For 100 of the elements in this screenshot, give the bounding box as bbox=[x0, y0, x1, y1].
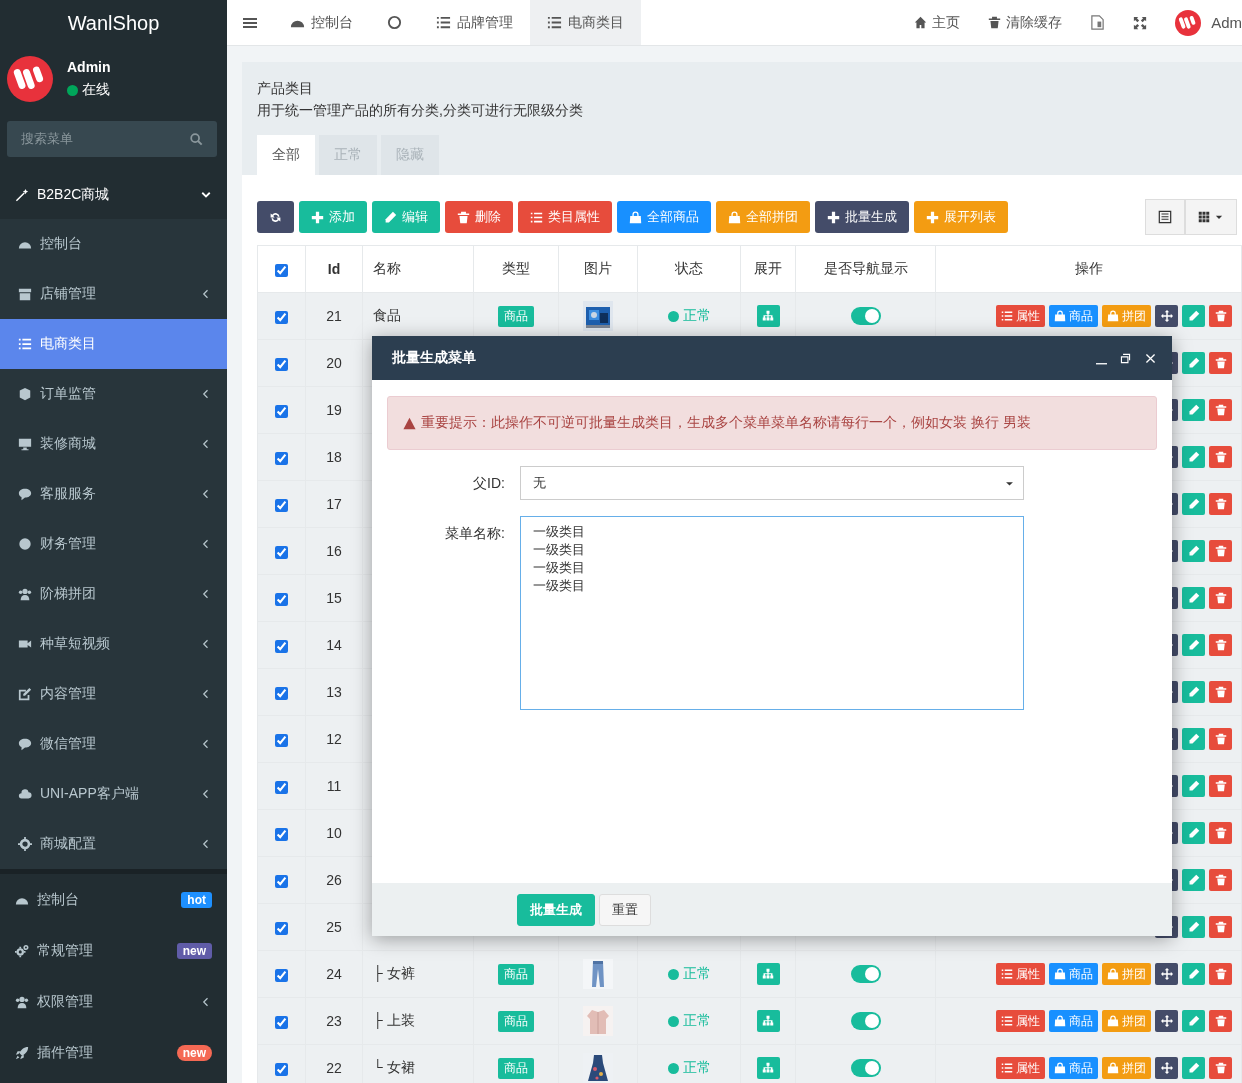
row-checkbox[interactable] bbox=[275, 1062, 288, 1076]
sidebar-item[interactable]: 客服服务 bbox=[0, 469, 227, 519]
sidebar-item[interactable]: 微信管理 bbox=[0, 719, 227, 769]
menu-group[interactable]: B2B2C商城 bbox=[0, 171, 227, 219]
row-checkbox[interactable] bbox=[275, 874, 288, 888]
menu-names-field[interactable]: 一级类目 一级类目 一级类目 一级类目 bbox=[520, 516, 1024, 710]
sidebar-item[interactable]: UNI-APP客户端 bbox=[0, 769, 227, 819]
move-button[interactable] bbox=[1155, 963, 1178, 985]
user-name[interactable]: Adm bbox=[1211, 14, 1242, 31]
row-checkbox[interactable] bbox=[275, 780, 288, 794]
row-checkbox[interactable] bbox=[275, 592, 288, 606]
edit-button[interactable] bbox=[1182, 681, 1205, 703]
edit-button[interactable] bbox=[1182, 540, 1205, 562]
delete-button[interactable] bbox=[1209, 352, 1232, 374]
delete-button[interactable] bbox=[1209, 1010, 1232, 1032]
sidebar-item[interactable]: 种草短视频 bbox=[0, 619, 227, 669]
delete-button[interactable] bbox=[1209, 728, 1232, 750]
attributes-button[interactable]: 属性 bbox=[996, 963, 1045, 985]
delete-button[interactable] bbox=[1209, 775, 1232, 797]
table-view-button[interactable] bbox=[1145, 199, 1185, 235]
select-all-checkbox[interactable] bbox=[275, 263, 288, 277]
nav-toggle[interactable] bbox=[850, 965, 881, 984]
edit-button[interactable] bbox=[1182, 822, 1205, 844]
refresh-button[interactable] bbox=[257, 201, 294, 233]
header-link[interactable]: 清除缓存 bbox=[988, 13, 1063, 32]
sidebar-item[interactable]: 内容管理 bbox=[0, 669, 227, 719]
delete-button[interactable] bbox=[1209, 634, 1232, 656]
attributes-button[interactable]: 属性 bbox=[996, 1010, 1045, 1032]
expand-button[interactable] bbox=[756, 305, 780, 327]
sidebar-item[interactable]: 订单监管 bbox=[0, 369, 227, 419]
sidebar-item[interactable]: 店铺管理 bbox=[0, 269, 227, 319]
delete-button[interactable] bbox=[1209, 587, 1232, 609]
edit-button[interactable] bbox=[1182, 493, 1205, 515]
nav-toggle[interactable] bbox=[850, 307, 881, 326]
edit-button[interactable] bbox=[1182, 869, 1205, 891]
sidebar-item[interactable]: 财务管理 bbox=[0, 519, 227, 569]
row-checkbox[interactable] bbox=[275, 357, 288, 371]
fullscreen-button[interactable] bbox=[1133, 15, 1148, 30]
nav-toggle[interactable] bbox=[850, 1059, 881, 1078]
delete-button[interactable] bbox=[1209, 869, 1232, 891]
sidebar-item[interactable]: 装修商城 bbox=[0, 419, 227, 469]
maximize-button[interactable] bbox=[1119, 351, 1132, 365]
edit-button[interactable] bbox=[1182, 446, 1205, 468]
filter-tab[interactable]: 全部 bbox=[257, 135, 315, 175]
nav-tab[interactable]: 控制台 bbox=[273, 0, 370, 45]
attributes-button[interactable]: 类目属性 bbox=[518, 201, 612, 233]
header-link[interactable]: 主页 bbox=[914, 13, 961, 32]
move-button[interactable] bbox=[1155, 305, 1178, 327]
edit-button[interactable] bbox=[1182, 634, 1205, 656]
sidebar-item[interactable]: 权限管理 bbox=[0, 976, 227, 1027]
close-button[interactable] bbox=[1144, 351, 1157, 365]
sidebar-item[interactable]: 控制台 hot bbox=[0, 874, 227, 925]
nav-toggle[interactable] bbox=[850, 1012, 881, 1031]
language-button[interactable] bbox=[1090, 15, 1106, 30]
edit-button[interactable] bbox=[1182, 399, 1205, 421]
sidebar-item[interactable]: 商城配置 bbox=[0, 819, 227, 869]
nav-tab[interactable]: 品牌管理 bbox=[419, 0, 530, 45]
delete-button[interactable] bbox=[1209, 493, 1232, 515]
row-checkbox[interactable] bbox=[275, 639, 288, 653]
edit-button[interactable] bbox=[1182, 352, 1205, 374]
nav-tab[interactable]: 电商类目 bbox=[530, 0, 641, 45]
row-checkbox[interactable] bbox=[275, 498, 288, 512]
sidebar-item[interactable]: 控制台 bbox=[0, 219, 227, 269]
row-checkbox[interactable] bbox=[275, 310, 288, 324]
row-checkbox[interactable] bbox=[275, 686, 288, 700]
move-button[interactable] bbox=[1155, 1057, 1178, 1079]
batch-generate-button[interactable]: 批量生成 bbox=[815, 201, 909, 233]
edit-button[interactable] bbox=[1182, 775, 1205, 797]
row-checkbox[interactable] bbox=[275, 921, 288, 935]
row-checkbox[interactable] bbox=[275, 968, 288, 982]
parent-select[interactable]: 无 bbox=[520, 466, 1024, 500]
delete-button[interactable]: 删除 bbox=[445, 201, 513, 233]
sidebar-item[interactable]: 阶梯拼团 bbox=[0, 569, 227, 619]
attributes-button[interactable]: 属性 bbox=[996, 305, 1045, 327]
sidebar-item[interactable]: 常规管理 new bbox=[0, 925, 227, 976]
row-checkbox[interactable] bbox=[275, 827, 288, 841]
row-checkbox[interactable] bbox=[275, 404, 288, 418]
delete-button[interactable] bbox=[1209, 540, 1232, 562]
row-checkbox[interactable] bbox=[275, 733, 288, 747]
delete-button[interactable] bbox=[1209, 399, 1232, 421]
delete-button[interactable] bbox=[1209, 916, 1232, 938]
edit-button[interactable] bbox=[1182, 916, 1205, 938]
delete-button[interactable] bbox=[1209, 681, 1232, 703]
edit-button[interactable] bbox=[1182, 587, 1205, 609]
expand-button[interactable] bbox=[756, 1057, 780, 1079]
delete-button[interactable] bbox=[1209, 822, 1232, 844]
move-button[interactable] bbox=[1155, 1010, 1178, 1032]
expand-button[interactable] bbox=[756, 1010, 780, 1032]
row-checkbox[interactable] bbox=[275, 1015, 288, 1029]
delete-button[interactable] bbox=[1209, 305, 1232, 327]
delete-button[interactable] bbox=[1209, 446, 1232, 468]
attributes-button[interactable]: 属性 bbox=[996, 1057, 1045, 1079]
delete-button[interactable] bbox=[1209, 1057, 1232, 1079]
sidebar-item[interactable]: 插件管理 new bbox=[0, 1027, 227, 1078]
row-checkbox[interactable] bbox=[275, 451, 288, 465]
row-checkbox[interactable] bbox=[275, 545, 288, 559]
reset-button[interactable]: 重置 bbox=[599, 893, 651, 926]
columns-dropdown-button[interactable] bbox=[1185, 199, 1237, 235]
edit-button[interactable] bbox=[1182, 728, 1205, 750]
delete-button[interactable] bbox=[1209, 963, 1232, 985]
